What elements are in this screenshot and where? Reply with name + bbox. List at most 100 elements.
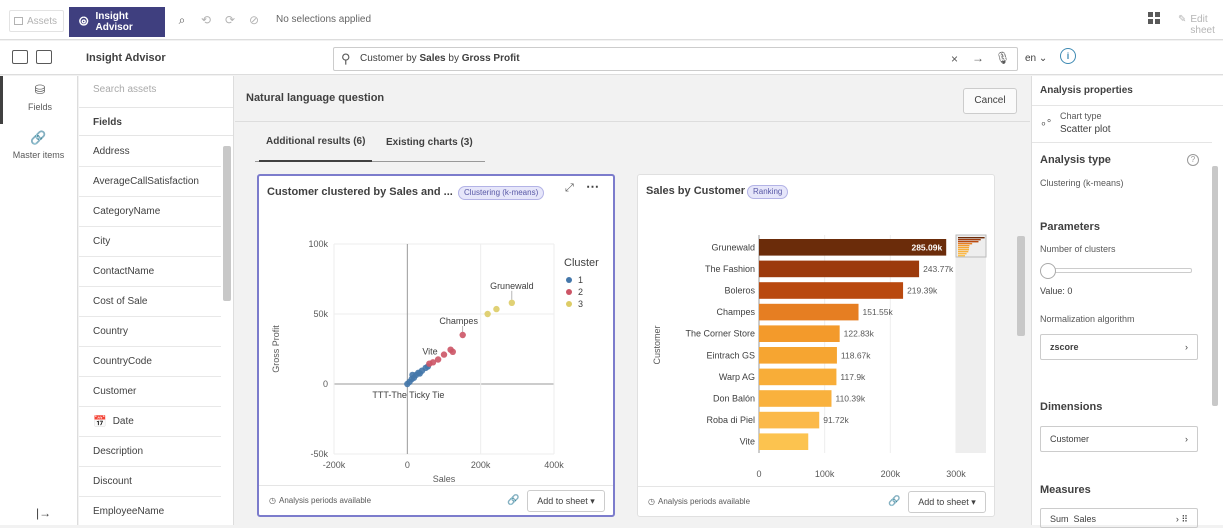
- data-point: [434, 356, 442, 363]
- x-tick-label: 300k: [946, 469, 966, 479]
- y-tick-label: Champes: [716, 307, 755, 317]
- data-label: 110.39k: [835, 394, 865, 404]
- dimension-item[interactable]: Customer ›: [1040, 426, 1198, 452]
- nav-master-items[interactable]: 🔗 Master items: [0, 124, 77, 172]
- bar: [759, 368, 837, 386]
- y-tick-label: 100k: [308, 239, 328, 249]
- measure-item[interactable]: Sum Sales › ⠿: [1040, 508, 1198, 528]
- list-item[interactable]: EmployeeName: [79, 497, 221, 525]
- list-item[interactable]: AverageCallSatisfaction: [79, 167, 221, 197]
- legend-label: 3: [578, 299, 583, 309]
- scrollbar[interactable]: [1212, 166, 1218, 406]
- expand-panel-icon[interactable]: |→: [36, 506, 51, 520]
- cancel-button[interactable]: Cancel: [963, 88, 1017, 114]
- step-forward-icon[interactable]: ⟳: [221, 11, 239, 29]
- language-select[interactable]: en ⌄: [1025, 53, 1047, 64]
- help-icon[interactable]: ?: [1187, 154, 1199, 166]
- bar: [759, 303, 859, 321]
- scrollbar[interactable]: [223, 146, 231, 301]
- x-tick-label: 100k: [815, 469, 835, 479]
- edit-sheet-label: Edit sheet: [1190, 14, 1215, 36]
- slider-handle[interactable]: [1040, 263, 1056, 279]
- add-to-sheet-button[interactable]: Add to sheet ▾: [908, 491, 986, 513]
- smart-search-icon[interactable]: ⌕: [173, 11, 191, 29]
- link-icon[interactable]: 🔗: [888, 496, 900, 507]
- scatter-card[interactable]: Customer clustered by Sales and ... Clus…: [257, 174, 615, 517]
- data-point: [493, 305, 500, 313]
- submit-arrow-icon[interactable]: →: [972, 51, 984, 65]
- list-item[interactable]: 📅 Date: [79, 407, 221, 437]
- bar: [759, 390, 832, 407]
- clear-selections-icon[interactable]: ⊘: [245, 11, 263, 29]
- toggle-left-panel-icon[interactable]: [12, 50, 28, 64]
- clock-icon: ◷: [269, 496, 276, 505]
- tab-additional-results[interactable]: Additional results (6): [259, 136, 373, 162]
- scrollbar[interactable]: [1017, 236, 1025, 336]
- minichart-bar: [958, 245, 970, 247]
- nav-fields[interactable]: ⛁ Fields: [0, 76, 77, 124]
- y-tick-label: The Corner Store: [685, 329, 755, 339]
- list-item[interactable]: ContactName: [79, 257, 221, 287]
- link-icon[interactable]: 🔗: [507, 495, 519, 506]
- edit-sheet-button[interactable]: ✎ Edit sheet: [1178, 14, 1223, 36]
- fields-header: Fields: [79, 108, 233, 136]
- minichart-background: [956, 235, 986, 453]
- grid-menu-icon[interactable]: [1146, 10, 1162, 26]
- assets-label: Assets: [27, 15, 58, 27]
- minichart-bar: [958, 241, 979, 243]
- list-item[interactable]: CountryCode: [79, 347, 221, 377]
- slider-value: Value: 0: [1040, 286, 1073, 296]
- add-to-sheet-button[interactable]: Add to sheet ▾: [527, 490, 605, 512]
- list-item[interactable]: City: [79, 227, 221, 257]
- bar: [759, 433, 809, 450]
- list-item[interactable]: Cost of Sale: [79, 287, 221, 317]
- pencil-icon: ✎: [1178, 14, 1187, 25]
- question-input[interactable]: ⚲ Customer by Sales by Gross Profit × → …: [333, 47, 1018, 71]
- bar-card[interactable]: Sales by Customer Ranking 0 100k 200k 300k G…: [637, 174, 995, 517]
- search-assets-input[interactable]: Search assets: [79, 76, 233, 108]
- clear-icon[interactable]: ×: [951, 52, 958, 66]
- minichart-bar: [958, 249, 970, 251]
- chevron-right-icon: › ⠿: [1175, 514, 1188, 524]
- toggle-right-panel-icon[interactable]: [36, 50, 52, 64]
- list-item[interactable]: Description: [79, 437, 221, 467]
- microphone-icon[interactable]: 🎙: [995, 51, 1010, 65]
- analysis-type-heading: Analysis type: [1040, 154, 1111, 166]
- y-tick-label: Vite: [740, 437, 755, 447]
- normalization-label: Normalization algorithm: [1040, 314, 1135, 324]
- main-area: Natural language question Cancel Additio…: [235, 76, 1030, 525]
- toolbar: Insight Advisor ⚲ Customer by Sales by G…: [0, 41, 1223, 75]
- list-item[interactable]: Address: [79, 137, 221, 167]
- chevron-right-icon: ›: [1185, 342, 1188, 352]
- expand-icon[interactable]: ⤢: [565, 182, 574, 195]
- x-tick-label: 200k: [471, 460, 491, 470]
- card-title: Customer clustered by Sales and ...: [267, 186, 453, 198]
- x-tick-label: 0: [405, 460, 410, 470]
- insight-advisor-button[interactable]: Insight Advisor: [69, 7, 165, 37]
- scatter-icon: ∘°: [1040, 118, 1052, 130]
- tab-existing-charts[interactable]: Existing charts (3): [386, 136, 473, 162]
- more-options-icon[interactable]: ⋯: [586, 179, 599, 195]
- assets-button[interactable]: Assets: [9, 10, 64, 32]
- x-tick-label: 400k: [544, 460, 564, 470]
- info-icon[interactable]: i: [1060, 48, 1076, 64]
- y-tick-label: 50k: [313, 309, 328, 319]
- y-tick-label: 0: [323, 379, 328, 389]
- num-clusters-slider-track[interactable]: [1050, 268, 1192, 273]
- properties-panel: Analysis properties ∘° Chart type Scatte…: [1031, 76, 1223, 528]
- card-footer: ◷ Analysis periods available 🔗 Add to she…: [259, 485, 613, 515]
- nlq-bar: Natural language question Cancel: [235, 76, 1030, 122]
- no-selections-text: No selections applied: [276, 14, 372, 25]
- list-item[interactable]: Customer: [79, 377, 221, 407]
- normalization-select[interactable]: zscore ›: [1040, 334, 1198, 360]
- list-item[interactable]: Country: [79, 317, 221, 347]
- point-label: Grunewald: [490, 281, 534, 291]
- list-item[interactable]: Discount: [79, 467, 221, 497]
- x-tick-label: -200k: [323, 460, 346, 470]
- data-label: 91.72k: [823, 415, 849, 425]
- data-point: [484, 310, 491, 318]
- list-item[interactable]: CategoryName: [79, 197, 221, 227]
- chevron-down-icon: ⌄: [1038, 53, 1048, 64]
- chart-type-row[interactable]: ∘° Chart type Scatter plot: [1032, 107, 1212, 143]
- step-back-icon[interactable]: ⟲: [197, 11, 215, 29]
